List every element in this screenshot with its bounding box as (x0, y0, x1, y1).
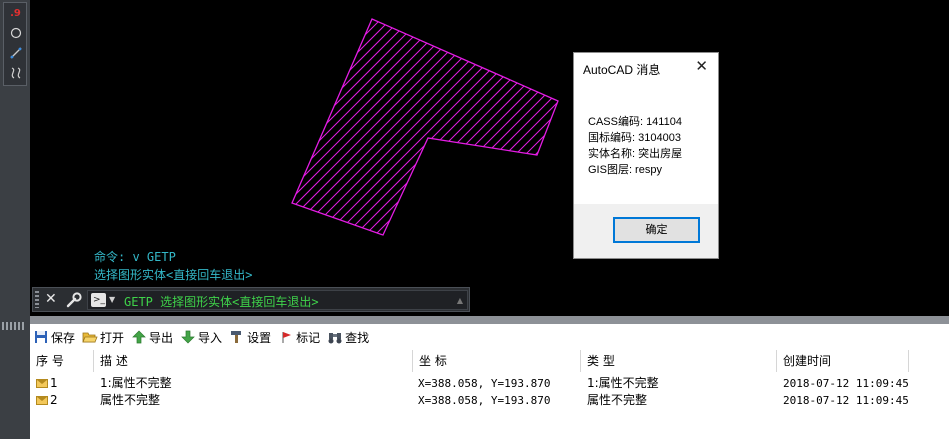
layer-red-icon[interactable]: .9 (6, 4, 25, 22)
mark-label: 标记 (296, 330, 321, 345)
hatch-line (299, 19, 558, 235)
save-icon (33, 329, 49, 345)
circle-icon[interactable] (6, 24, 25, 42)
save-button[interactable]: 保存 (32, 327, 79, 347)
column-header-index[interactable]: 序 号 (30, 350, 94, 372)
column-header-description[interactable]: 描 述 (94, 350, 413, 372)
save-label: 保存 (51, 330, 76, 345)
command-input[interactable]: >_ ▼ GETP 选择图形实体<直接回车退出> ▲ (87, 290, 468, 310)
import-label: 导入 (198, 330, 223, 345)
find-label: 查找 (345, 330, 370, 345)
curve-icon[interactable] (6, 64, 25, 82)
row-index: 2 (50, 393, 58, 407)
dialog-info-line: GIS图层: respy (588, 164, 662, 176)
flag-icon (278, 329, 294, 345)
ok-button[interactable]: 确定 (613, 217, 700, 243)
export-label: 导出 (149, 330, 174, 345)
settings-label: 设置 (247, 330, 272, 345)
column-header-created[interactable]: 创建时间 (777, 350, 909, 372)
hammer-icon (229, 329, 245, 345)
row-type: 1:属性不完整 (587, 376, 659, 390)
mark-button[interactable]: 标记 (277, 327, 324, 347)
table-row[interactable]: 1 1:属性不完整 X=388.058, Y=193.870 1:属性不完整 2… (30, 375, 949, 392)
hatch-line (292, 19, 558, 235)
table-row[interactable]: 2 属性不完整 X=388.058, Y=193.870 属性不完整 2018-… (30, 392, 949, 409)
find-button[interactable]: 查找 (326, 327, 373, 347)
arrow-up-icon (131, 329, 147, 345)
row-created: 2018-07-12 11:09:45 (783, 377, 909, 390)
close-icon[interactable]: ✕ (45, 291, 57, 308)
row-type: 属性不完整 (587, 393, 648, 407)
dialog-info-line: CASS编码: 141104 (588, 116, 682, 128)
binoculars-icon (327, 329, 343, 345)
row-index: 1 (50, 376, 58, 390)
row-coords: X=388.058, Y=193.870 (418, 377, 551, 390)
open-button[interactable]: 打开 (81, 327, 128, 347)
hatch-line (292, 19, 558, 235)
wrench-icon[interactable] (65, 291, 83, 309)
dialog-footer: 确定 (574, 204, 718, 258)
hatch-line (292, 19, 531, 235)
row-description: 属性不完整 (100, 393, 161, 407)
table-header: 序 号 描 述 坐 标 类 型 创建时间 (30, 350, 949, 372)
settings-button[interactable]: 设置 (228, 327, 275, 347)
open-label: 打开 (100, 330, 125, 345)
folder-open-icon (82, 329, 98, 345)
command-prompt-icon[interactable]: >_ (91, 293, 106, 307)
import-button[interactable]: 导入 (179, 327, 226, 347)
drawing-canvas[interactable]: 命令: v GETP 选择图形实体<直接回车退出> ✕ >_ ▼ GETP 选择… (30, 0, 949, 316)
building-polygon[interactable] (291, 18, 559, 236)
command-prompt-text: GETP 选择图形实体<直接回车退出> (124, 295, 319, 309)
hatch-line (292, 19, 558, 235)
dialog-info-line: 国标编码: 3104003 (588, 132, 681, 144)
command-history-line: 选择图形实体<直接回车退出> (94, 268, 253, 282)
tool-palette-group: .9 (3, 2, 27, 86)
arrow-down-icon (180, 329, 196, 345)
message-dialog: AutoCAD 消息 ✕ CASS编码: 141104 国标编码: 310400… (573, 52, 719, 259)
row-created: 2018-07-12 11:09:45 (783, 394, 909, 407)
export-button[interactable]: 导出 (130, 327, 177, 347)
column-header-type[interactable]: 类 型 (581, 350, 777, 372)
panel-resize-grip[interactable] (2, 322, 26, 330)
hatch-line (292, 19, 541, 235)
line-icon[interactable] (6, 44, 25, 62)
row-coords: X=388.058, Y=193.870 (418, 394, 551, 407)
splitter-bar[interactable] (30, 316, 949, 324)
command-bar-grip[interactable] (35, 291, 39, 308)
row-description: 1:属性不完整 (100, 376, 172, 390)
chevron-down-icon[interactable]: ▼ (109, 294, 115, 306)
command-history-line: 命令: v GETP (94, 250, 176, 264)
panel-toolbar: 保存 打开 导出 导入 设置 标记 查找 (30, 326, 949, 348)
dialog-title: AutoCAD 消息 (583, 63, 661, 77)
column-header-coords[interactable]: 坐 标 (413, 350, 581, 372)
hatch-line (292, 19, 558, 235)
tool-palette: .9 (0, 0, 30, 439)
close-icon[interactable]: ✕ (695, 59, 708, 74)
dialog-info-line: 实体名称: 突出房屋 (588, 148, 683, 160)
results-table: 序 号 描 述 坐 标 类 型 创建时间 1 1:属性不完整 X=388.058… (30, 350, 949, 439)
chevron-up-icon[interactable]: ▲ (457, 296, 463, 305)
palette-badge: .9 (10, 7, 21, 19)
command-bar: ✕ >_ ▼ GETP 选择图形实体<直接回车退出> ▲ (32, 287, 470, 312)
hatch-line (292, 19, 558, 235)
hatch-line (292, 19, 551, 235)
hatch-line (292, 19, 558, 235)
